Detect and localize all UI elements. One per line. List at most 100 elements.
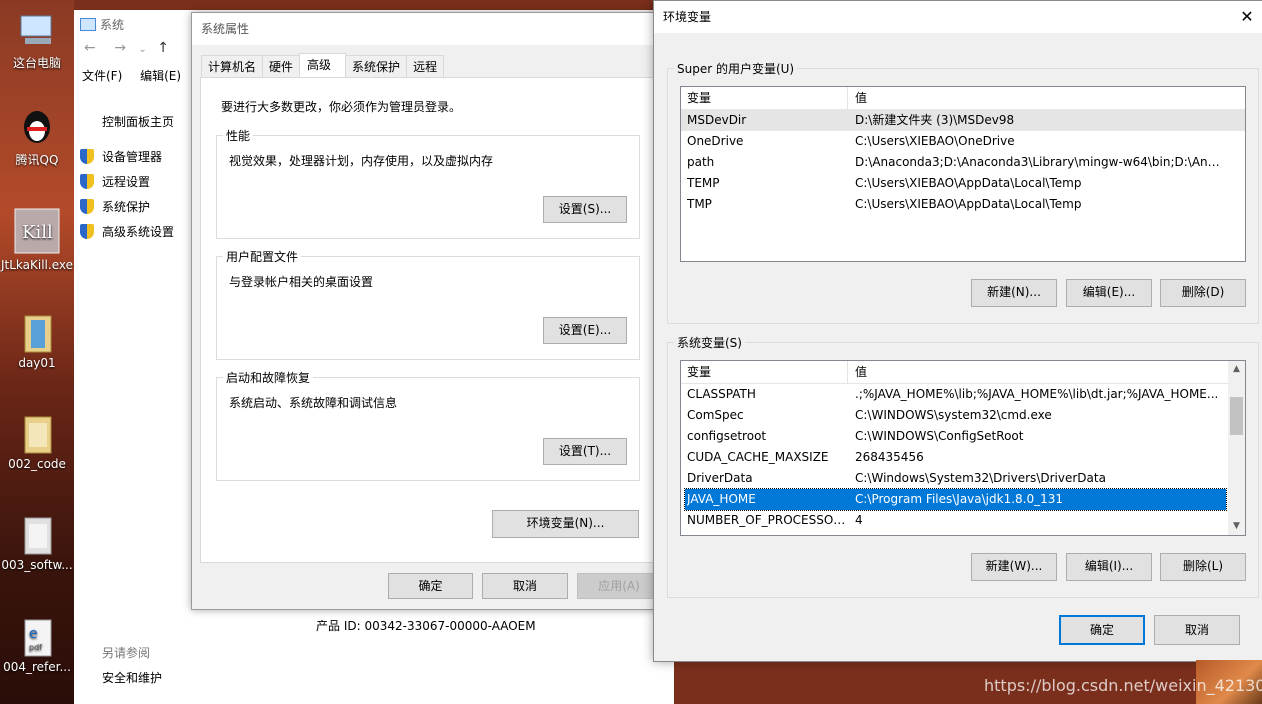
list-item[interactable]: TMP C:\Users\XIEBAO\AppData\Local\Temp xyxy=(681,194,1245,215)
scroll-up-icon[interactable]: ▲ xyxy=(1228,361,1245,378)
environment-variables-dialog: 环境变量 ✕ Super 的用户变量(U) 变量 值 MSDevDir D:\新建… xyxy=(653,0,1262,662)
admin-note: 要进行大多数更改，你必须作为管理员登录。 xyxy=(221,100,462,114)
var-value: 268435456 xyxy=(855,450,924,464)
list-item[interactable]: configsetroot C:\WINDOWS\ConfigSetRoot xyxy=(681,426,1245,447)
var-name: NUMBER_OF_PROCESSORS xyxy=(687,513,847,527)
group-description: 系统启动、系统故障和调试信息 xyxy=(229,396,398,410)
menu-edit[interactable]: 编辑(E) xyxy=(140,69,181,83)
desktop-icon-this-pc[interactable]: 这台电脑 xyxy=(0,10,74,71)
cancel-button[interactable]: 取消 xyxy=(482,573,568,599)
var-value: D:\新建文件夹 (3)\MSDev98 xyxy=(855,113,1015,127)
desktop-icon-day01[interactable]: day01 xyxy=(0,312,74,370)
scrollbar-thumb[interactable] xyxy=(1230,397,1243,435)
user-profiles-settings-button[interactable]: 设置(E)... xyxy=(543,317,627,344)
sidebar-item-label: 系统保护 xyxy=(102,200,151,214)
user-variables-section: Super 的用户变量(U) 变量 值 MSDevDir D:\新建文件夹 (3)… xyxy=(667,60,1259,324)
var-value: .;%JAVA_HOME%\lib;%JAVA_HOME%\lib\dt.jar… xyxy=(855,387,1219,401)
scroll-down-icon[interactable]: ▼ xyxy=(1228,518,1245,535)
user-delete-button[interactable]: 删除(D) xyxy=(1160,279,1246,307)
list-item[interactable]: path D:\Anaconda3;D:\Anaconda3\Library\mi… xyxy=(681,152,1245,173)
performance-group: 性能 视觉效果，处理器计划，内存使用，以及虚拟内存 设置(S)... xyxy=(216,127,640,239)
list-item[interactable]: DriverData C:\Windows\System32\Drivers\Dr… xyxy=(681,468,1245,489)
list-item[interactable]: NUMBER_OF_PROCESSORS 4 xyxy=(681,510,1245,531)
control-panel-home-link[interactable]: 控制面板主页 xyxy=(102,113,174,130)
sidebar-item-advanced-settings[interactable]: 高级系统设置 xyxy=(80,223,174,240)
desktop-icon-004-reference[interactable]: e pdf 004_refer... xyxy=(0,616,74,674)
column-header-value[interactable]: 值 xyxy=(855,361,867,383)
up-arrow-icon[interactable]: ↑ xyxy=(157,40,169,56)
var-name: CLASSPATH xyxy=(687,387,756,401)
startup-recovery-settings-button[interactable]: 设置(T)... xyxy=(543,438,627,465)
folder-icon xyxy=(17,514,57,555)
system-new-button[interactable]: 新建(W)... xyxy=(971,553,1057,581)
var-name: TMP xyxy=(687,197,712,211)
column-header-name[interactable]: 变量 xyxy=(687,361,711,383)
column-header-name[interactable]: 变量 xyxy=(687,87,711,109)
back-arrow-icon[interactable]: ← xyxy=(84,40,96,56)
tab-system-protection[interactable]: 系统保护 xyxy=(345,55,408,78)
group-description: 与登录帐户相关的桌面设置 xyxy=(229,275,374,289)
ok-button[interactable]: 确定 xyxy=(388,573,473,599)
cancel-button[interactable]: 取消 xyxy=(1154,615,1240,645)
qq-penguin-icon xyxy=(17,107,57,147)
apply-button[interactable]: 应用(A) xyxy=(577,573,661,599)
user-new-button[interactable]: 新建(N)... xyxy=(971,279,1057,307)
environment-variables-button[interactable]: 环境变量(N)... xyxy=(492,510,639,538)
section-title: 系统变量(S) xyxy=(674,334,745,351)
tab-advanced[interactable]: 高级 xyxy=(299,53,347,79)
user-profiles-group: 用户配置文件 与登录帐户相关的桌面设置 设置(E)... xyxy=(216,248,640,360)
shield-icon xyxy=(80,149,94,164)
list-item[interactable]: ComSpec C:\WINDOWS\system32\cmd.exe xyxy=(681,405,1245,426)
desktop-icon-qq[interactable]: 腾讯QQ xyxy=(0,107,74,168)
vertical-scrollbar[interactable]: ▲ ▼ xyxy=(1228,361,1245,535)
var-name: JAVA_HOME xyxy=(687,492,756,506)
desktop-icon-003-software[interactable]: 003_softw... xyxy=(0,514,74,572)
group-title: 用户配置文件 xyxy=(223,248,302,265)
security-maintenance-link[interactable]: 安全和维护 xyxy=(102,669,162,686)
sidebar-item-system-protection[interactable]: 系统保护 xyxy=(80,198,150,215)
list-item[interactable]: CLASSPATH .;%JAVA_HOME%\lib;%JAVA_HOME%\l… xyxy=(681,384,1245,405)
var-value: C:\Users\XIEBAO\AppData\Local\Temp xyxy=(855,176,1082,190)
ok-button[interactable]: 确定 xyxy=(1059,615,1145,645)
list-item[interactable]: MSDevDir D:\新建文件夹 (3)\MSDev98 xyxy=(681,110,1245,131)
close-icon[interactable]: ✕ xyxy=(1237,7,1257,27)
system-edit-button[interactable]: 编辑(I)... xyxy=(1066,553,1152,581)
var-name: TEMP xyxy=(687,176,720,190)
var-name: path xyxy=(687,155,715,169)
list-header: 变量 值 xyxy=(681,361,1245,384)
desktop: 这台电脑 腾讯QQ Kill JtLkaKill.exe day01 002_c… xyxy=(0,0,74,704)
chevron-down-icon[interactable]: ⌄ xyxy=(138,44,146,55)
user-variables-list[interactable]: 变量 值 MSDevDir D:\新建文件夹 (3)\MSDev98 OneDri… xyxy=(680,86,1246,262)
tab-computer-name[interactable]: 计算机名 xyxy=(201,55,264,78)
desktop-icon-jtlkakill[interactable]: Kill JtLkaKill.exe xyxy=(0,208,74,272)
var-value: C:\Program Files\Java\jdk1.8.0_131 xyxy=(855,492,1064,506)
app-icon: Kill xyxy=(14,208,60,254)
tab-remote[interactable]: 远程 xyxy=(406,55,445,78)
desktop-icon-label: 004_refer... xyxy=(3,660,71,674)
folder-icon xyxy=(17,413,57,454)
desktop-icon-label: 腾讯QQ xyxy=(15,153,59,167)
var-value: C:\Windows\System32\Drivers\DriverData xyxy=(855,471,1106,485)
desktop-icon-002-code[interactable]: 002_code xyxy=(0,413,74,471)
list-item-selected[interactable]: JAVA_HOME C:\Program Files\Java\jdk1.8.0_… xyxy=(684,488,1227,511)
list-item[interactable]: OneDrive C:\Users\XIEBAO\OneDrive xyxy=(681,131,1245,152)
menu-file[interactable]: 文件(F) xyxy=(82,69,122,83)
desktop-icon-label: 这台电脑 xyxy=(12,56,61,70)
sidebar-item-label: 高级系统设置 xyxy=(102,225,175,239)
performance-settings-button[interactable]: 设置(S)... xyxy=(543,196,627,223)
column-header-value[interactable]: 值 xyxy=(855,87,867,109)
tab-hardware[interactable]: 硬件 xyxy=(262,55,301,78)
sidebar-item-remote-settings[interactable]: 远程设置 xyxy=(80,173,150,190)
list-item[interactable]: CUDA_CACHE_MAXSIZE 268435456 xyxy=(681,447,1245,468)
group-title: 启动和故障恢复 xyxy=(223,369,314,386)
system-variables-list[interactable]: 变量 值 CLASSPATH .;%JAVA_HOME%\lib;%JAVA_HO… xyxy=(680,360,1246,536)
sidebar-item-device-manager[interactable]: 设备管理器 xyxy=(80,148,162,165)
forward-arrow-icon[interactable]: → xyxy=(114,40,126,56)
group-title: 性能 xyxy=(223,127,254,144)
system-delete-button[interactable]: 删除(L) xyxy=(1160,553,1246,581)
list-item[interactable]: TEMP C:\Users\XIEBAO\AppData\Local\Temp xyxy=(681,173,1245,194)
user-edit-button[interactable]: 编辑(E)... xyxy=(1066,279,1152,307)
shield-icon xyxy=(80,199,94,214)
see-also-heading: 另请参阅 xyxy=(102,646,151,660)
startup-recovery-group: 启动和故障恢复 系统启动、系统故障和调试信息 设置(T)... xyxy=(216,369,640,481)
